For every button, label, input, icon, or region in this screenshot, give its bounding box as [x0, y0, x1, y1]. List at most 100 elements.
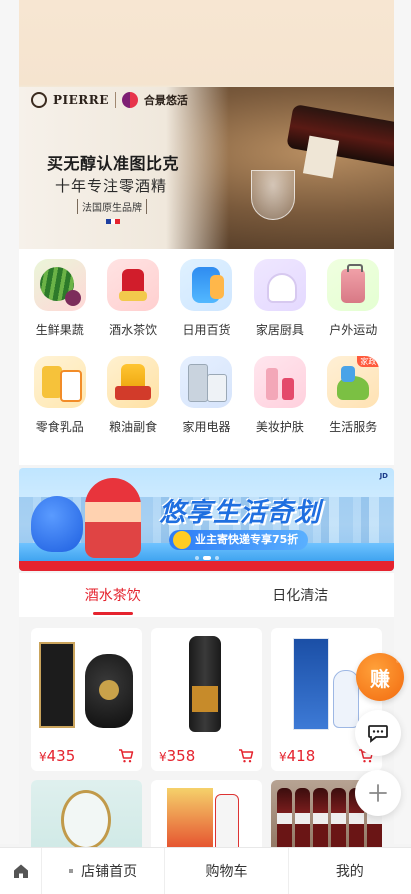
product-box-image: [167, 788, 213, 847]
liquor-icon: [107, 259, 160, 311]
tab-0[interactable]: 酒水茶饮: [19, 573, 207, 617]
promo-footer-strip: [19, 561, 394, 571]
luggage-icon: [327, 259, 380, 311]
brand-name-a: PIERRE: [53, 93, 109, 107]
category-label: 美妆护肤: [255, 420, 304, 434]
product-jar-image: [61, 790, 111, 847]
product-thumbnail: [31, 628, 142, 738]
promo-pill-text: 业主寄快递专享75折: [195, 533, 299, 546]
category-item[interactable]: 日用百货: [170, 259, 243, 338]
category-item[interactable]: 粮油副食: [96, 356, 169, 435]
plus-icon: [369, 784, 387, 802]
carousel-dot[interactable]: [202, 556, 211, 560]
pierre-logo-icon: [31, 92, 47, 108]
brand-divider: [114, 92, 116, 108]
category-item[interactable]: 家政生活服务: [317, 356, 390, 435]
nav-shop-home-label: 店铺首页: [81, 864, 138, 880]
add-to-cart-icon[interactable]: [238, 748, 254, 764]
carousel-dot[interactable]: [214, 556, 219, 560]
category-label: 酒水茶饮: [109, 323, 158, 337]
mascot-image: [31, 496, 83, 552]
category-item[interactable]: 生鲜果蔬: [23, 259, 96, 338]
price-value: 358: [166, 747, 196, 765]
product-card[interactable]: ¥435: [31, 628, 142, 771]
product-bottle-image: [189, 636, 221, 732]
chat-bubble-icon: [368, 725, 388, 743]
bottom-nav: 店铺首页 购物车 我的: [0, 847, 411, 894]
product-box-image: [293, 638, 329, 730]
jd-logo-icon: JD: [379, 472, 388, 480]
product-bottle-image: [215, 794, 239, 847]
banner-headline: 买无醇认准图比克: [47, 154, 180, 173]
category-item[interactable]: 酒水茶饮: [96, 259, 169, 338]
category-label: 生鲜果蔬: [35, 323, 84, 337]
currency-symbol: ¥: [279, 750, 287, 764]
product-thumbnail: [151, 628, 262, 738]
wine-glass-image: [251, 170, 295, 220]
category-label: 粮油副食: [109, 420, 158, 434]
menu-dot-icon: [69, 869, 74, 873]
currency-symbol: ¥: [39, 750, 47, 764]
product-price: ¥435: [39, 747, 75, 765]
category-item[interactable]: 零食乳品: [23, 356, 96, 435]
category-label: 生活服务: [329, 420, 378, 434]
banner-tag: 法国原生品牌: [77, 199, 147, 214]
promo-banner[interactable]: 悠享生活奇划 业主寄快递专享75折 JD: [19, 468, 394, 571]
category-label: 家用电器: [182, 420, 231, 434]
brand-name-b: 合景悠活: [143, 94, 188, 107]
promo-title: 悠享生活奇划: [159, 498, 322, 528]
product-card[interactable]: [151, 780, 262, 847]
banner-subline: 十年专注零酒精: [55, 177, 168, 195]
watermelon-icon: [33, 259, 86, 311]
category-tabs: 酒水茶饮 日化清洁: [19, 573, 394, 617]
chat-button[interactable]: [355, 710, 401, 756]
currency-symbol: ¥: [159, 750, 167, 764]
category-item[interactable]: 家居厨具: [243, 259, 316, 338]
product-box-image: [39, 642, 75, 728]
carousel-dot[interactable]: [194, 556, 199, 560]
nav-mine-label: 我的: [335, 864, 364, 880]
nav-cart[interactable]: 购物车: [165, 848, 289, 894]
promo-pill: 业主寄快递专享75折: [169, 530, 309, 550]
home-icon: [253, 259, 306, 311]
earn-label: 赚: [370, 666, 390, 691]
price-value: 418: [286, 747, 316, 765]
product-price: ¥418: [279, 747, 315, 765]
add-button[interactable]: [355, 770, 401, 816]
category-label: 日用百货: [182, 323, 231, 337]
banner-brand: PIERRE 合景悠活: [31, 92, 188, 108]
product-price: ¥358: [159, 747, 195, 765]
nav-shop-home[interactable]: 店铺首页: [42, 848, 166, 894]
price-value: 435: [46, 747, 76, 765]
product-thumbnail: [31, 780, 142, 847]
detergent-icon: [180, 259, 233, 311]
product-thumbnail: [151, 780, 262, 847]
cleaning-icon: 家政: [327, 356, 380, 408]
category-item[interactable]: 户外运动: [317, 259, 390, 338]
cosmetics-icon: [253, 356, 306, 408]
partner-logo-icon: [121, 92, 138, 108]
home-button[interactable]: [0, 848, 42, 894]
nav-mine[interactable]: 我的: [289, 848, 411, 894]
category-grid: 生鲜果蔬 酒水茶饮 日用百货 家居厨具 户外运动 零食乳品 粮油副食 家用电器 美妆护肤 家政 生活…: [19, 249, 394, 465]
earn-button[interactable]: 赚: [356, 653, 404, 701]
snack-icon: [33, 356, 86, 408]
nav-cart-label: 购物车: [205, 864, 248, 880]
category-label: 家居厨具: [255, 323, 304, 337]
category-badge: 家政: [357, 356, 380, 367]
top-banner[interactable]: PIERRE 合景悠活 买无醇认准图比克 十年专注零酒精 法国原生品牌: [19, 0, 394, 249]
courier-image: [85, 478, 141, 558]
category-item[interactable]: 家用电器: [170, 356, 243, 435]
add-to-cart-icon[interactable]: [118, 748, 134, 764]
app-root: PIERRE 合景悠活 买无醇认准图比克 十年专注零酒精 法国原生品牌 生鲜果蔬…: [0, 0, 411, 894]
oil-icon: [107, 356, 160, 408]
tab-1[interactable]: 日化清洁: [207, 573, 395, 617]
product-card[interactable]: [31, 780, 142, 847]
product-list: ¥435 ¥358 ¥418: [19, 617, 394, 847]
home-icon: [13, 864, 28, 878]
carousel-dots: [19, 556, 394, 560]
french-flag-icon: [106, 219, 121, 224]
product-card[interactable]: ¥358: [151, 628, 262, 771]
category-item[interactable]: 美妆护肤: [243, 356, 316, 435]
left-gutter: [0, 0, 19, 844]
